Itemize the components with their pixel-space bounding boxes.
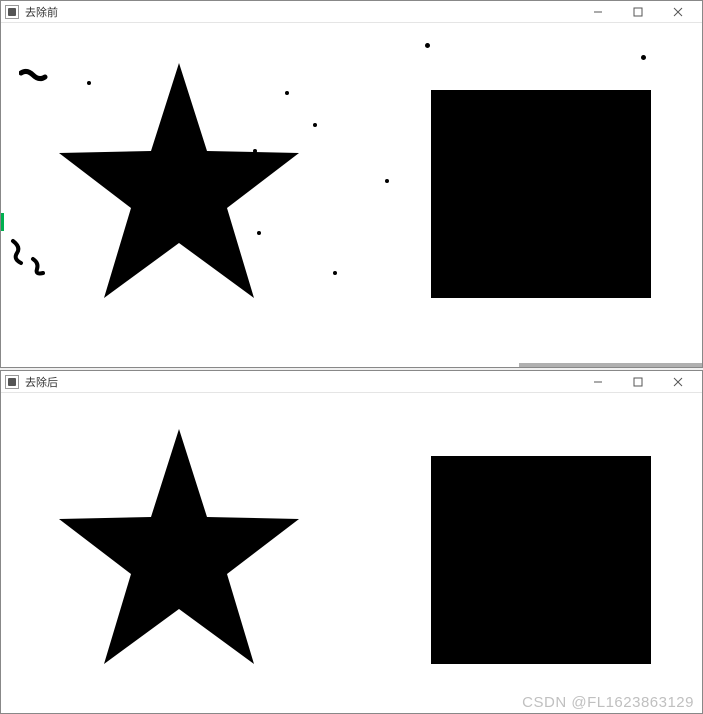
noise-dot bbox=[253, 149, 257, 153]
square-shape bbox=[431, 456, 651, 664]
minimize-button[interactable] bbox=[578, 372, 618, 392]
noise-dot bbox=[333, 271, 337, 275]
window-title: 去除前 bbox=[25, 4, 58, 20]
watermark-text: CSDN @FL1623863129 bbox=[522, 694, 694, 711]
window-before: 去除前 bbox=[0, 0, 703, 368]
scrollbar-segment bbox=[519, 363, 702, 367]
window-after: 去除后 CSDN @FL1623863129 bbox=[0, 370, 703, 714]
noise-dot bbox=[641, 55, 646, 60]
canvas-after: CSDN @FL1623863129 bbox=[1, 393, 702, 713]
noise-dot bbox=[87, 81, 91, 85]
noise-dot bbox=[257, 231, 261, 235]
app-icon bbox=[5, 5, 19, 19]
window-controls bbox=[578, 2, 698, 22]
noise-squiggle bbox=[19, 67, 49, 87]
close-button[interactable] bbox=[658, 2, 698, 22]
noise-squiggle bbox=[9, 237, 31, 267]
titlebar-before: 去除前 bbox=[1, 1, 702, 23]
window-controls bbox=[578, 372, 698, 392]
noise-dot bbox=[313, 123, 317, 127]
noise-dot bbox=[385, 179, 389, 183]
window-title: 去除后 bbox=[25, 374, 58, 390]
minimize-button[interactable] bbox=[578, 2, 618, 22]
noise-dot bbox=[285, 91, 289, 95]
edge-artifact bbox=[1, 213, 4, 231]
titlebar-after: 去除后 bbox=[1, 371, 702, 393]
close-button[interactable] bbox=[658, 372, 698, 392]
canvas-before bbox=[1, 23, 702, 367]
star-shape bbox=[59, 429, 299, 667]
square-shape bbox=[431, 90, 651, 298]
noise-dot bbox=[425, 43, 430, 48]
star-shape bbox=[59, 63, 299, 301]
maximize-button[interactable] bbox=[618, 372, 658, 392]
app-icon bbox=[5, 375, 19, 389]
noise-squiggle bbox=[29, 255, 51, 277]
maximize-button[interactable] bbox=[618, 2, 658, 22]
